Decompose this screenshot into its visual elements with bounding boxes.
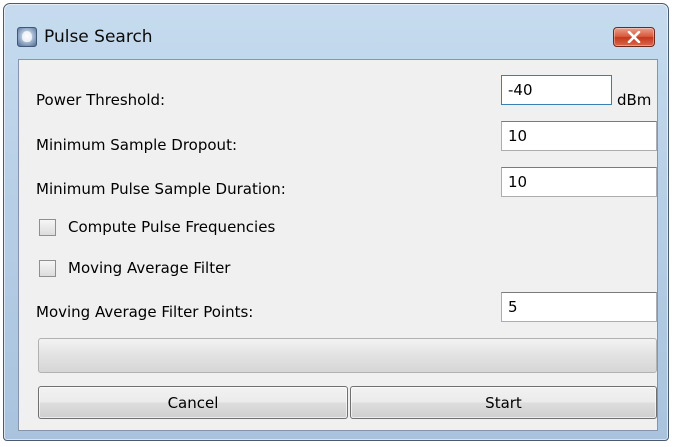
cancel-button[interactable]: Cancel (38, 386, 348, 419)
moving-average-filter-points-label: Moving Average Filter Points: (36, 303, 254, 321)
window-title: Pulse Search (44, 27, 153, 47)
start-button[interactable]: Start (350, 386, 657, 419)
moving-average-filter-points-input[interactable] (501, 292, 657, 322)
title-bar[interactable]: Pulse Search (4, 4, 668, 58)
progress-bar (38, 338, 657, 373)
dialog-body: Power Threshold: dBm Minimum Sample Drop… (18, 59, 658, 431)
min-pulse-sample-duration-label: Minimum Pulse Sample Duration: (36, 180, 286, 198)
moving-average-filter-label: Moving Average Filter (68, 259, 231, 277)
min-sample-dropout-input[interactable] (501, 121, 657, 151)
close-icon (627, 31, 641, 43)
power-threshold-input[interactable] (501, 75, 612, 105)
checkbox-box[interactable] (39, 218, 56, 236)
close-button[interactable] (613, 27, 655, 47)
app-icon (17, 27, 37, 47)
moving-average-filter-checkbox[interactable]: Moving Average Filter (39, 258, 230, 278)
power-threshold-unit: dBm (617, 91, 652, 109)
checkbox-box[interactable] (39, 259, 56, 277)
pulse-search-window: Pulse Search Power Threshold: dBm Minimu… (3, 3, 669, 441)
compute-pulse-frequencies-checkbox[interactable]: Compute Pulse Frequencies (39, 217, 275, 237)
compute-pulse-frequencies-label: Compute Pulse Frequencies (68, 218, 276, 236)
power-threshold-label: Power Threshold: (36, 91, 166, 109)
min-sample-dropout-label: Minimum Sample Dropout: (36, 136, 237, 154)
min-pulse-sample-duration-input[interactable] (501, 167, 657, 197)
